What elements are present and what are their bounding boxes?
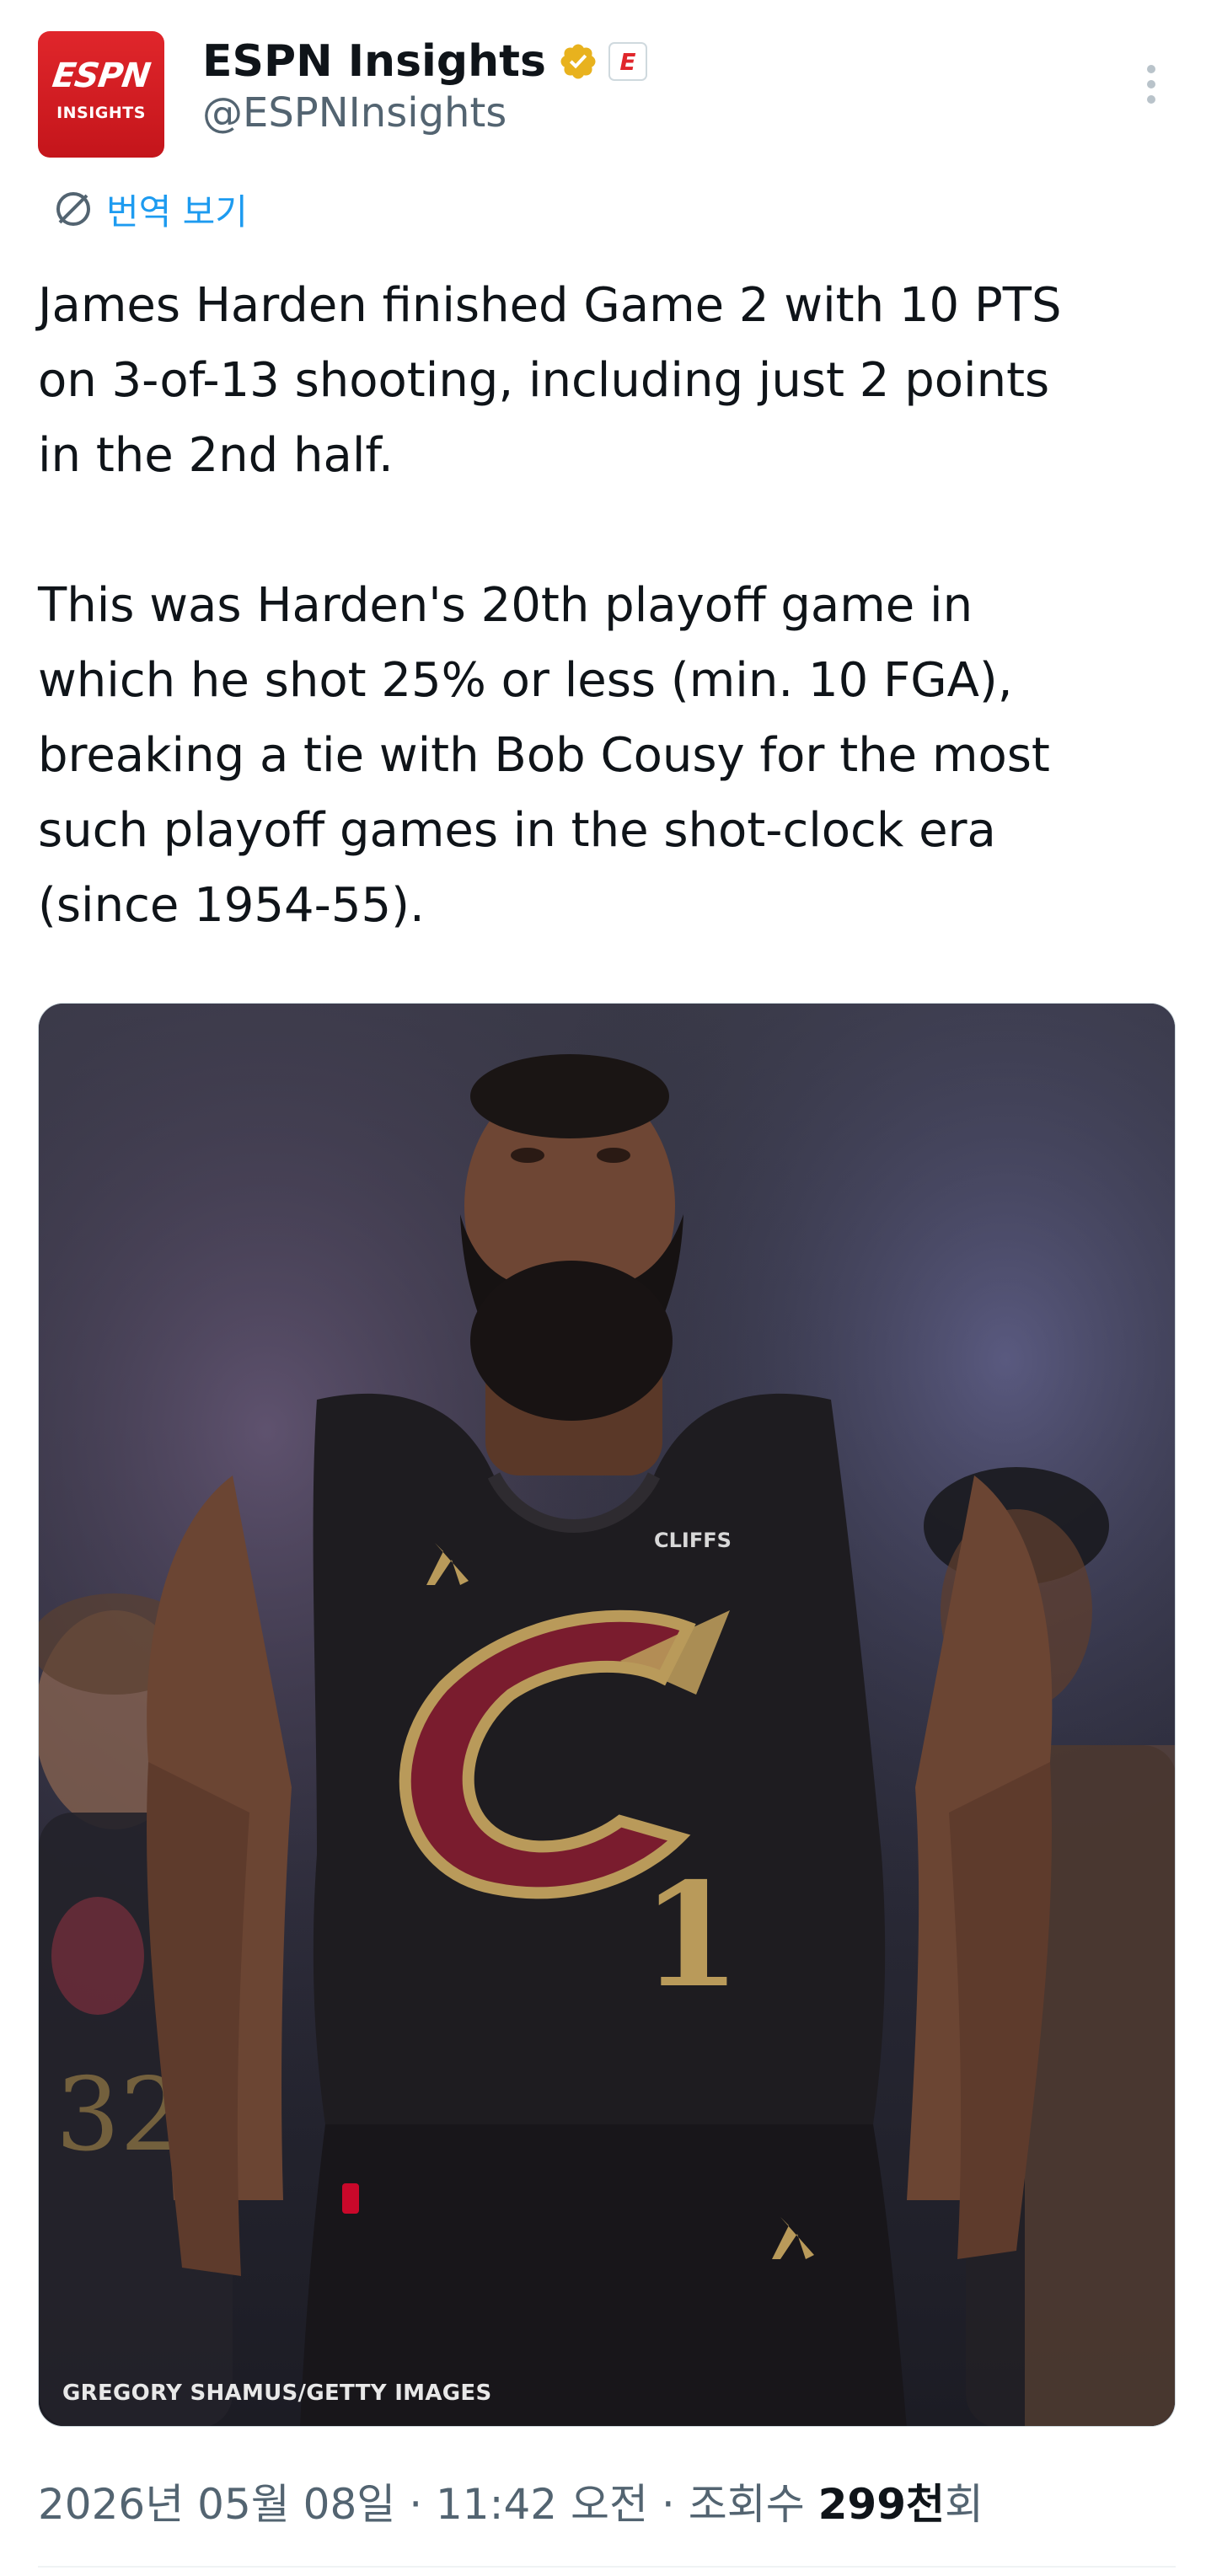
translate-label: 번역 보기 [106,190,248,233]
affiliation-badge[interactable]: E [608,42,647,81]
jersey-sponsor: CLIFFS [654,1529,732,1552]
views-count[interactable]: 299천 [818,2480,945,2529]
meta-separator: · [661,2480,675,2529]
jersey-number: 1 [641,1851,741,2020]
display-name[interactable]: ESPN Insights [202,36,546,87]
more-options-icon[interactable] [1134,59,1168,110]
affiliation-badge-letter: E [619,47,636,76]
tweet-line: breaking a tie with Bob Cousy for the mo… [38,728,1050,783]
avatar[interactable]: ESPN INSIGHTS [38,31,164,158]
photo-credit: GREGORY SHAMUS/GETTY IMAGES [62,2381,492,2406]
tweet-line: on 3-of-13 shooting, including just 2 po… [38,353,1050,408]
verified-badge-icon[interactable] [558,41,598,82]
tweet-photo[interactable]: 32 1 CLIFFS GREGORY SHAMUS/GETTY IMAGES [38,1003,1176,2427]
views-label: 조회수 [688,2480,805,2529]
tweet-meta: 2026년 05월 08일 · 11:42 오전 · 조회수 299천회 [38,2471,984,2531]
name-row: ESPN Insights E [202,32,647,91]
player-photo-illustration: 32 1 CLIFFS [39,1004,1175,2426]
translate-globe-icon [56,192,90,226]
tweet-date[interactable]: 2026년 05월 08일 [38,2480,395,2529]
tweet-time[interactable]: 11:42 오전 [436,2480,648,2529]
tweet-line: (since 1954-55). [38,878,425,933]
tweet-line: James Harden finished Game 2 with 10 PTS [38,278,1062,333]
tweet-line: in the 2nd half. [38,428,394,483]
avatar-subtitle: INSIGHTS [56,104,146,122]
tweet-header: ESPN INSIGHTS ESPN Insights E @ESPNInsig… [0,0,1206,185]
tweet-line: This was Harden's 20th playoff game in [38,578,973,633]
meta-separator: · [409,2480,423,2529]
translate-link[interactable]: 번역 보기 [52,184,248,234]
espn-logo: ESPN [50,56,153,95]
tweet-line: such playoff games in the shot-clock era [38,803,996,858]
tweet-text: James Harden finished Game 2 with 10 PTS… [38,268,1184,943]
tweet-line: which he shot 25% or less (min. 10 FGA), [38,653,1013,708]
handle[interactable]: @ESPNInsights [202,89,507,137]
divider [38,2566,1176,2568]
views-suffix: 회 [945,2480,984,2529]
